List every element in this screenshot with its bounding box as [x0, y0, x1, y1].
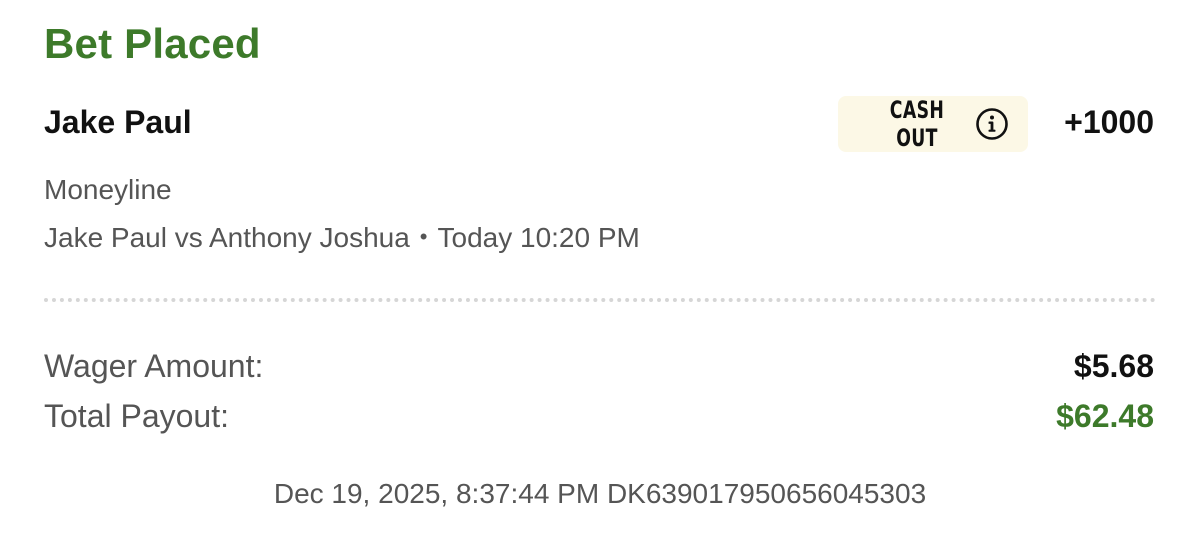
total-payout-value: $62.48	[1056, 398, 1154, 434]
total-payout-label: Total Payout:	[44, 398, 229, 434]
cash-out-button[interactable]: CASH OUT	[838, 96, 1028, 152]
event-info: Jake Paul vs Anthony Joshua • Today 10:20 …	[44, 222, 640, 254]
dotted-divider	[44, 298, 1156, 302]
bet-selection: Jake Paul	[44, 104, 192, 140]
separator-dot: •	[419, 224, 428, 249]
info-icon[interactable]	[975, 107, 1009, 141]
event-time: Today 10:20 PM	[437, 222, 640, 253]
page-title: Bet Placed	[44, 20, 261, 67]
cash-out-label: CASH OUT	[889, 96, 945, 152]
market-type: Moneyline	[44, 174, 172, 205]
wager-amount-label: Wager Amount:	[44, 348, 264, 384]
event-matchup: Jake Paul vs Anthony Joshua	[44, 222, 410, 253]
bet-timestamp-id: Dec 19, 2025, 8:37:44 PM DK6390179506560…	[273, 478, 927, 509]
odds-value: +1000	[1064, 104, 1154, 140]
wager-amount-value: $5.68	[1073, 348, 1154, 384]
